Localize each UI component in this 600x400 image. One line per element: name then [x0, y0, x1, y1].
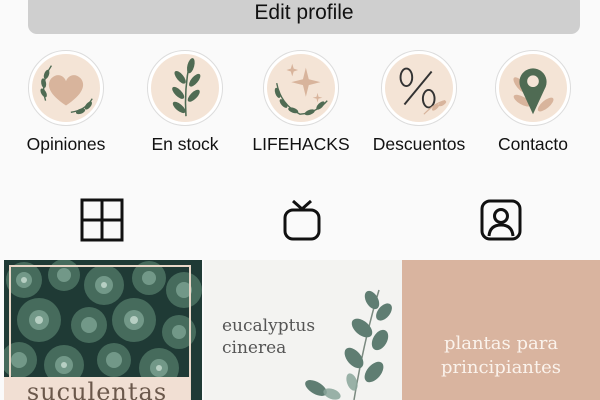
sparkles-wreath-icon [274, 63, 328, 116]
highlight-label: Opiniones [26, 134, 106, 154]
heart-wreath-icon [40, 65, 93, 115]
percent-icon [399, 67, 447, 115]
leaf-branch-icon [172, 58, 201, 117]
highlight-contacto[interactable]: Contacto [475, 50, 591, 155]
grid-icon [80, 198, 124, 242]
highlight-opiniones[interactable]: Opiniones [8, 50, 124, 155]
highlight-lifehacks[interactable]: LIFEHACKS [243, 50, 359, 155]
highlight-descuentos[interactable]: Descuentos [361, 50, 477, 155]
story-highlights: Opiniones En stock LIFEHACKS Descuentos … [0, 50, 600, 162]
highlight-ring [381, 50, 457, 126]
post-caption-line: cinerea [222, 338, 287, 358]
highlight-label: LIFEHACKS [252, 134, 350, 154]
tab-posts[interactable] [78, 196, 126, 244]
highlight-en-stock[interactable]: En stock [127, 50, 243, 155]
post-caption: plantas para principiantes [402, 332, 600, 380]
highlight-ring [495, 50, 571, 126]
post-caption-line: eucalyptus [222, 316, 316, 336]
post-caption: suculentas [4, 377, 190, 400]
tab-tagged[interactable] [477, 196, 525, 244]
post-tile-plantas[interactable]: plantas para principiantes [402, 260, 600, 400]
post-caption-line: plantas para [443, 333, 559, 354]
highlight-label: Descuentos [372, 134, 466, 154]
tagged-user-icon [480, 199, 522, 241]
highlight-ring [147, 50, 223, 126]
location-pin-icon [513, 68, 554, 115]
tab-igtv[interactable] [278, 196, 326, 244]
post-tile-eucalyptus[interactable]: eucalyptus cinerea [204, 260, 402, 400]
highlight-ring [28, 50, 104, 126]
highlight-ring [263, 50, 339, 126]
post-tile-suculentas[interactable]: suculentas [4, 260, 202, 400]
edit-profile-button[interactable]: Edit profile [28, 0, 580, 34]
post-caption: eucalyptus cinerea [222, 315, 342, 359]
profile-tabs [0, 192, 600, 248]
tv-icon [283, 199, 321, 241]
post-caption-line: principiantes [440, 357, 562, 378]
posts-grid: suculentas eucalyptus cinerea plantas pa… [4, 260, 600, 400]
highlight-label: En stock [151, 134, 219, 154]
highlight-label: Contacto [497, 134, 569, 154]
